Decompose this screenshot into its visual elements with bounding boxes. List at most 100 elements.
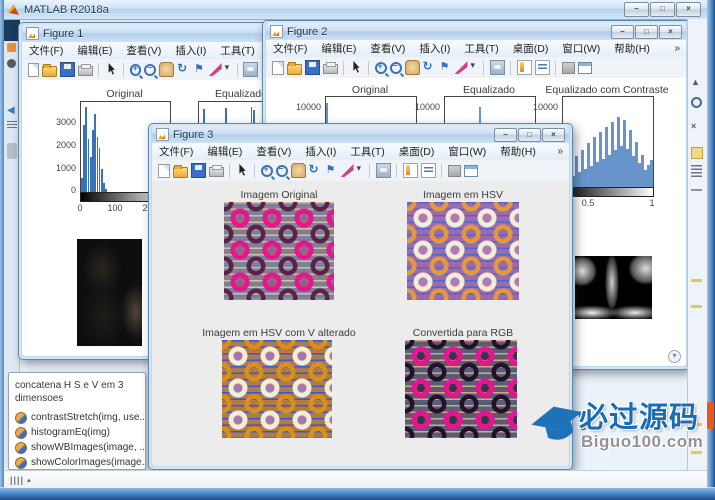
save-figure-icon[interactable] (305, 60, 320, 75)
save-figure-icon[interactable] (191, 163, 206, 178)
minimize-button[interactable] (494, 128, 517, 142)
zoom-out-icon[interactable] (390, 62, 402, 74)
hide-plot-tools-icon[interactable] (448, 165, 461, 177)
hide-plot-tools-icon[interactable] (562, 62, 575, 74)
link-plot-icon[interactable] (376, 163, 391, 178)
colorbar-icon[interactable] (517, 60, 532, 75)
print-icon[interactable] (209, 167, 224, 177)
back-arrow-icon[interactable]: ◀ (7, 105, 15, 116)
rotate-3d-icon[interactable] (177, 63, 190, 76)
status-caret-icon[interactable]: ▴ (27, 476, 31, 484)
figure3-titlebar[interactable]: Figure 3 (152, 126, 569, 143)
close-icon[interactable]: × (691, 121, 696, 131)
data-cursor-icon[interactable] (439, 61, 452, 74)
close-button[interactable] (676, 2, 701, 17)
code-hint-item[interactable]: showWBImages(image, ... (15, 440, 145, 455)
menu-window[interactable]: 窗口(W) (555, 41, 607, 56)
scrollbar-marker[interactable] (691, 305, 702, 308)
pan-icon[interactable] (291, 163, 306, 178)
search-icon[interactable] (691, 97, 702, 108)
menu-desktop[interactable]: 桌面(D) (392, 144, 442, 159)
arrow-cursor-icon[interactable] (236, 164, 249, 177)
zoom-out-icon[interactable] (276, 165, 288, 177)
left-panel-icon[interactable] (7, 43, 16, 52)
code-hint-item[interactable]: showColorImages(image... (15, 455, 145, 470)
menu-desktop[interactable]: 桌面(D) (506, 41, 556, 56)
brush-icon[interactable] (455, 61, 468, 74)
data-cursor-icon[interactable] (325, 164, 338, 177)
arrow-cursor-icon[interactable] (105, 63, 118, 76)
menu-edit[interactable]: 编辑(E) (70, 43, 119, 58)
scroll-up-icon[interactable]: ▲ (691, 77, 700, 87)
menu-view[interactable]: 查看(V) (363, 41, 412, 56)
menu-lines-icon[interactable] (7, 121, 17, 128)
menu-help[interactable]: 帮助(H) (607, 41, 657, 56)
menu-edit[interactable]: 编辑(E) (314, 41, 363, 56)
resize-corner-icon[interactable]: ▾ (668, 350, 681, 363)
pan-icon[interactable] (405, 60, 420, 75)
close-button[interactable] (659, 25, 682, 39)
close-button[interactable] (542, 128, 565, 142)
link-plot-icon[interactable] (243, 62, 258, 77)
pan-icon[interactable] (159, 62, 174, 77)
menu-tools[interactable]: 工具(T) (343, 144, 391, 159)
legend-icon[interactable] (421, 163, 436, 178)
save-figure-icon[interactable] (60, 62, 75, 77)
brush-icon[interactable] (209, 63, 222, 76)
maximize-button[interactable] (518, 128, 541, 142)
new-figure-icon[interactable] (28, 63, 40, 77)
menu-insert[interactable]: 插入(I) (298, 144, 343, 159)
menu-file[interactable]: 文件(F) (266, 41, 314, 56)
menu-edit[interactable]: 编辑(E) (200, 144, 249, 159)
minimize-button[interactable] (611, 25, 634, 39)
arrow-cursor-icon[interactable] (350, 61, 363, 74)
menu-file[interactable]: 文件(F) (22, 43, 70, 58)
list-lines-icon[interactable] (691, 165, 702, 177)
menu-insert[interactable]: 插入(I) (412, 41, 457, 56)
show-plot-tools-icon[interactable] (578, 62, 592, 74)
figure2-titlebar[interactable]: Figure 2 (266, 23, 686, 40)
code-hint-item[interactable]: histogramEq(img) (15, 425, 145, 440)
open-folder-icon[interactable] (287, 64, 302, 75)
legend-icon[interactable] (535, 60, 550, 75)
dropdown-icon[interactable] (225, 63, 232, 76)
maximize-button[interactable] (635, 25, 658, 39)
new-figure-icon[interactable] (272, 61, 284, 75)
dropdown-icon[interactable] (357, 164, 364, 177)
show-plot-tools-icon[interactable] (464, 165, 478, 177)
status-grip[interactable]: |||| (10, 475, 24, 485)
colorbar-icon[interactable] (403, 163, 418, 178)
menu-view[interactable]: 查看(V) (249, 144, 298, 159)
left-panel-icon[interactable] (7, 59, 16, 68)
data-cursor-icon[interactable] (193, 63, 206, 76)
rotate-3d-icon[interactable] (309, 164, 322, 177)
zoom-in-icon[interactable] (130, 64, 142, 76)
scrollbar-marker[interactable] (691, 279, 702, 282)
new-figure-icon[interactable] (158, 164, 170, 178)
menu-view[interactable]: 查看(V) (119, 43, 168, 58)
print-icon[interactable] (78, 66, 93, 76)
menu-overflow-chevron[interactable]: » (557, 146, 569, 157)
code-hint-item[interactable]: contrastStretch(img, use... (15, 410, 145, 425)
open-folder-icon[interactable] (173, 167, 188, 178)
menu-tools[interactable]: 工具(T) (213, 43, 261, 58)
minimize-button[interactable] (624, 2, 649, 17)
zoom-in-icon[interactable] (261, 165, 273, 177)
menu-help[interactable]: 帮助(H) (493, 144, 543, 159)
zoom-in-icon[interactable] (375, 62, 387, 74)
menu-window[interactable]: 窗口(W) (441, 144, 493, 159)
zoom-out-icon[interactable] (144, 64, 156, 76)
dropdown-icon[interactable] (471, 61, 478, 74)
rotate-3d-icon[interactable] (423, 61, 436, 74)
menu-insert[interactable]: 插入(I) (168, 43, 213, 58)
menu-overflow-chevron[interactable]: » (674, 43, 686, 54)
open-folder-icon[interactable] (42, 66, 57, 77)
link-plot-icon[interactable] (490, 60, 505, 75)
print-icon[interactable] (323, 64, 338, 74)
left-scrollbar-thumb[interactable] (7, 143, 17, 159)
matlab-main-titlebar[interactable]: MATLAB R2018a (0, 0, 715, 20)
maximize-button[interactable] (650, 2, 675, 17)
note-icon[interactable] (691, 147, 703, 159)
menu-tools[interactable]: 工具(T) (457, 41, 505, 56)
menu-file[interactable]: 文件(F) (152, 144, 200, 159)
